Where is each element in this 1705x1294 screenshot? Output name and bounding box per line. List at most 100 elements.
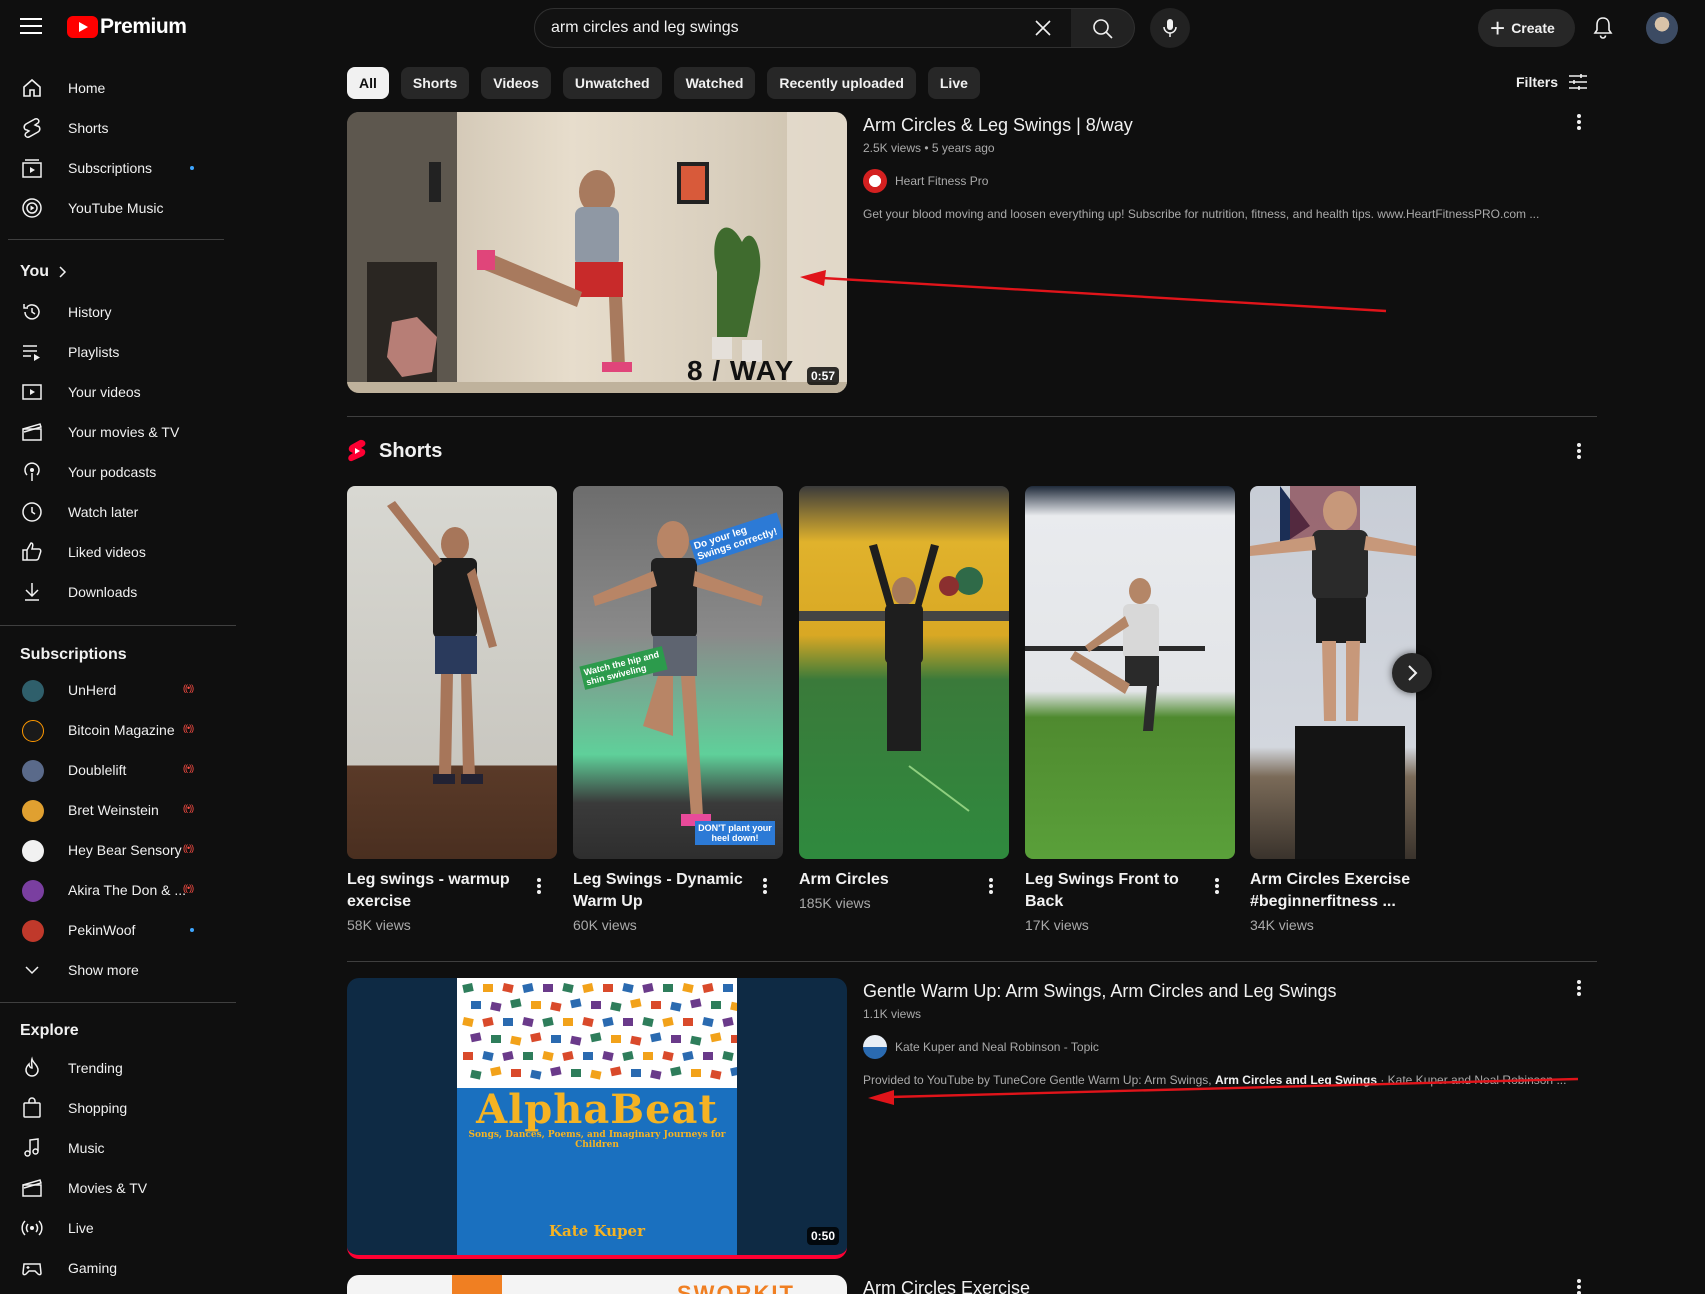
album-artist: Kate Kuper <box>549 1222 645 1240</box>
sidebar-item-shopping[interactable]: Shopping <box>0 1088 225 1128</box>
sidebar-item-label: Gaming <box>68 1260 118 1276</box>
short-title[interactable]: Leg swings - warmup exercise <box>347 869 522 913</box>
chip-watched[interactable]: Watched <box>673 67 756 99</box>
short-card[interactable]: Arm Circles Exercise #beginnerfitness ..… <box>1250 486 1416 933</box>
shelf-next-button[interactable] <box>1392 653 1432 693</box>
sidebar-item-liked-videos[interactable]: Liked videos <box>0 532 225 572</box>
subscription-doublelift[interactable]: Doublelift ((•)) <box>0 750 225 790</box>
short-thumbnail[interactable] <box>1025 486 1235 859</box>
confetti-shape <box>523 1052 533 1060</box>
sidebar-item-music[interactable]: Music <box>0 1128 225 1168</box>
subscription-akira-the-don[interactable]: Akira The Don & ... ((•)) <box>0 870 225 910</box>
sidebar-item-downloads[interactable]: Downloads <box>0 572 225 612</box>
sidebar-you-heading[interactable]: You <box>0 252 225 292</box>
create-button[interactable]: + Create <box>1478 9 1575 47</box>
chip-shorts[interactable]: Shorts <box>400 67 470 99</box>
short-title[interactable]: Arm Circles <box>799 869 974 891</box>
sidebar-item-history[interactable]: History <box>0 292 225 332</box>
sidebar-item-playlists[interactable]: Playlists <box>0 332 225 372</box>
subscription-bret-weinstein[interactable]: Bret Weinstein ((•)) <box>0 790 225 830</box>
subscription-pekinwoof[interactable]: PekinWoof <box>0 910 225 950</box>
album-cover: AlphaBeat Songs, Dances, Poems, and Imag… <box>457 978 737 1255</box>
more-actions-icon[interactable] <box>1205 876 1229 900</box>
short-thumbnail[interactable] <box>347 486 557 859</box>
show-more-label: Show more <box>68 962 139 978</box>
chip-live[interactable]: Live <box>927 67 980 99</box>
more-actions-icon[interactable] <box>1567 978 1591 1002</box>
your-videos-icon <box>22 384 42 400</box>
channel-avatar <box>22 920 44 942</box>
channel-avatar <box>22 680 44 702</box>
sidebar-item-label: Playlists <box>68 344 120 360</box>
video-thumbnail[interactable]: 8 / WAY 0:57 <box>347 112 847 393</box>
channel-link[interactable]: Heart Fitness Pro <box>863 169 1563 193</box>
short-views: 58K views <box>347 917 411 933</box>
live-indicator-icon: ((•)) <box>183 763 194 773</box>
you-heading: You <box>20 263 50 280</box>
subscription-bitcoin-magazine[interactable]: Bitcoin Magazine ((•)) <box>0 710 225 750</box>
video-meta: 2.5K views • 5 years ago <box>863 141 995 155</box>
sidebar-item-live[interactable]: Live <box>0 1208 225 1248</box>
search-input[interactable] <box>551 9 971 47</box>
video-title[interactable]: Arm Circles Exercise <box>863 1275 1563 1294</box>
short-title[interactable]: Leg Swings - Dynamic Warm Up <box>573 869 748 913</box>
video-result[interactable]: AlphaBeat Songs, Dances, Poems, and Imag… <box>347 978 1597 1259</box>
menu-icon[interactable] <box>20 18 42 36</box>
more-actions-icon[interactable] <box>527 876 551 900</box>
shelf-more-actions-icon[interactable] <box>1567 441 1591 465</box>
channel-link[interactable]: Kate Kuper and Neal Robinson - Topic <box>863 1035 1563 1059</box>
subscription-unherd[interactable]: UnHerd ((•)) <box>0 670 225 710</box>
short-title[interactable]: Leg Swings Front to Back <box>1025 869 1200 913</box>
chip-recently-uploaded[interactable]: Recently uploaded <box>767 67 916 99</box>
more-actions-icon[interactable] <box>979 876 1003 900</box>
video-title[interactable]: Arm Circles & Leg Swings | 8/way <box>863 112 1563 138</box>
sidebar-item-movies-tv[interactable]: Movies & TV <box>0 1168 225 1208</box>
show-more-button[interactable]: Show more <box>0 950 225 990</box>
video-result[interactable]: SWORKIT Arm Circles Exercise <box>347 1275 1597 1294</box>
video-result[interactable]: 8 / WAY 0:57 Arm Circles & Leg Swings | … <box>347 112 1597 393</box>
chip-all[interactable]: All <box>347 67 389 99</box>
sidebar-item-your-movies[interactable]: Your movies & TV <box>0 412 225 452</box>
sidebar-item-your-podcasts[interactable]: Your podcasts <box>0 452 225 492</box>
clear-search-icon[interactable] <box>1033 18 1053 38</box>
more-actions-icon[interactable] <box>1567 1277 1591 1294</box>
search-button[interactable] <box>1071 8 1135 48</box>
sidebar-item-youtube-music[interactable]: YouTube Music <box>0 188 225 228</box>
sidebar-item-label: YouTube Music <box>68 200 164 216</box>
video-thumbnail[interactable]: SWORKIT <box>347 1275 847 1294</box>
video-thumbnail[interactable]: AlphaBeat Songs, Dances, Poems, and Imag… <box>347 978 847 1259</box>
more-actions-icon[interactable] <box>753 876 777 900</box>
short-card[interactable]: Do your leg Swings correctly! Watch the … <box>573 486 783 933</box>
short-card[interactable]: Leg Swings Front to Back 17K views <box>1025 486 1235 933</box>
album-title: AlphaBeat <box>476 1086 718 1133</box>
chip-videos[interactable]: Videos <box>481 67 551 99</box>
subscription-hey-bear-sensory[interactable]: Hey Bear Sensory ((•)) <box>0 830 225 870</box>
filters-button[interactable]: Filters <box>1516 73 1588 91</box>
sidebar-item-your-videos[interactable]: Your videos <box>0 372 225 412</box>
short-card[interactable]: Leg swings - warmup exercise 58K views <box>347 486 557 933</box>
sidebar-item-gaming[interactable]: Gaming <box>0 1248 225 1288</box>
short-thumbnail[interactable] <box>799 486 1009 859</box>
video-title[interactable]: Gentle Warm Up: Arm Swings, Arm Circles … <box>863 978 1563 1004</box>
subscriptions-icon <box>22 159 42 178</box>
channel-avatar <box>22 760 44 782</box>
description-text: · Kate Kuper and Neal Robinson ... <box>1377 1073 1567 1087</box>
notifications-bell-icon[interactable] <box>1590 15 1616 41</box>
more-actions-icon[interactable] <box>1567 112 1591 136</box>
movies-icon <box>22 423 42 441</box>
sidebar-item-shorts[interactable]: Shorts <box>0 108 225 148</box>
description-text: Provided to YouTube by TuneCore Gentle W… <box>863 1073 1215 1087</box>
plus-icon: + <box>1490 13 1506 43</box>
youtube-premium-logo[interactable]: Premium <box>67 15 187 39</box>
chip-unwatched[interactable]: Unwatched <box>562 67 662 99</box>
account-avatar[interactable] <box>1646 12 1678 44</box>
short-title[interactable]: Arm Circles Exercise #beginnerfitness ..… <box>1250 869 1416 913</box>
sidebar-item-home[interactable]: Home <box>0 68 225 108</box>
sidebar-item-watch-later[interactable]: Watch later <box>0 492 225 532</box>
filter-chips-bar: All Shorts Videos Unwatched Watched Rece… <box>347 67 980 99</box>
sidebar-item-trending[interactable]: Trending <box>0 1048 225 1088</box>
voice-search-button[interactable] <box>1150 8 1190 48</box>
short-card[interactable]: Arm Circles 185K views <box>799 486 1009 911</box>
sidebar-item-subscriptions[interactable]: Subscriptions <box>0 148 225 188</box>
short-thumbnail[interactable]: Do your leg Swings correctly! Watch the … <box>573 486 783 859</box>
